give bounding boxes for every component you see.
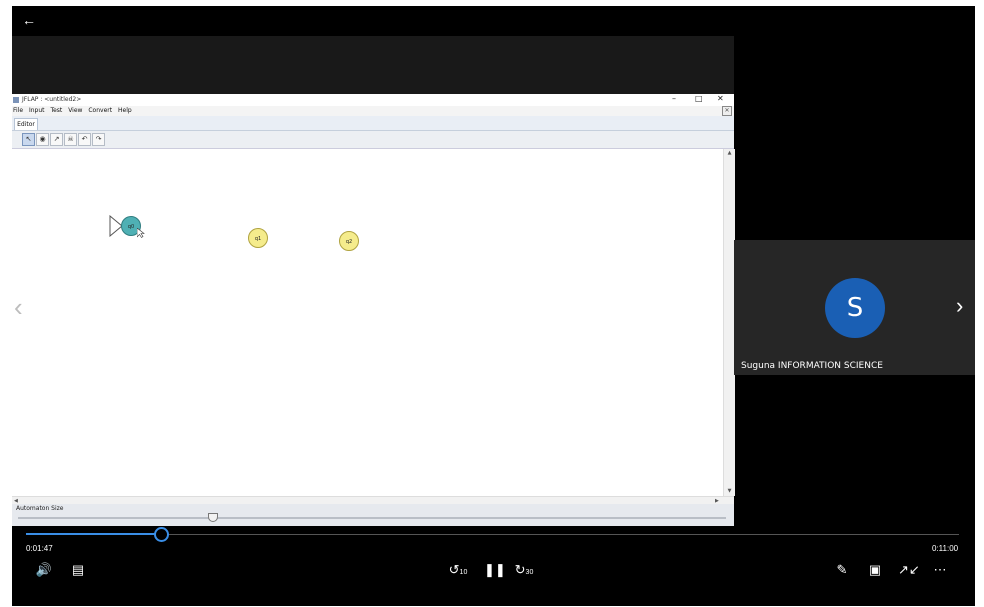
rewind-seconds: 10 <box>459 569 468 576</box>
menu-test[interactable]: Test <box>50 107 62 114</box>
forward-seconds: 30 <box>525 569 534 576</box>
app-icon <box>13 97 19 103</box>
attribute-editor-tool-icon[interactable]: ↖ <box>22 133 35 146</box>
scroll-down-icon[interactable]: ▼ <box>724 487 735 496</box>
close-icon[interactable]: ✕ <box>717 94 724 104</box>
window-titlebar: JFLAP : <untitled2> – □ ✕ <box>12 94 734 106</box>
progress-fill <box>26 533 161 535</box>
pause-icon[interactable]: ❚❚ <box>484 562 506 578</box>
picture-in-picture-icon[interactable]: ▣ <box>865 562 885 578</box>
state-creator-tool-icon[interactable]: ◉ <box>36 133 49 146</box>
total-time: 0:11:00 <box>932 544 959 553</box>
volume-icon[interactable]: 🔊 <box>34 562 54 578</box>
pencil-icon[interactable]: ✎ <box>832 562 852 578</box>
menu-convert[interactable]: Convert <box>88 107 112 114</box>
chevron-right-icon[interactable]: › <box>956 295 963 317</box>
forward-30-button[interactable]: ↻30 <box>514 562 534 581</box>
state-q2[interactable]: q2 <box>339 231 359 251</box>
tab-editor[interactable]: Editor <box>14 118 38 130</box>
back-arrow-icon[interactable]: ← <box>22 12 36 28</box>
rewind-10-button[interactable]: ↺10 <box>448 562 468 581</box>
avatar: S <box>825 278 885 338</box>
automaton-size-panel: Automaton Size <box>12 504 734 526</box>
menu-view[interactable]: View <box>68 107 82 114</box>
menu-input[interactable]: Input <box>29 107 45 114</box>
maximize-icon[interactable]: □ <box>695 94 703 104</box>
participant-name: Suguna INFORMATION SCIENCE <box>741 361 883 371</box>
tab-strip: Editor <box>12 116 734 131</box>
participant-tile: S Suguna INFORMATION SCIENCE › <box>734 240 975 375</box>
scroll-up-icon[interactable]: ▲ <box>724 149 735 158</box>
video-top-band <box>12 36 734 96</box>
redo-icon[interactable]: ↷ <box>92 133 105 146</box>
inner-close-icon[interactable]: ✕ <box>722 106 732 116</box>
forward-icon: ↻ <box>514 562 526 577</box>
state-q1[interactable]: q1 <box>248 228 268 248</box>
transition-creator-tool-icon[interactable]: ↗ <box>50 133 63 146</box>
captions-icon[interactable]: ▤ <box>68 562 88 578</box>
deleter-tool-icon[interactable]: ☠ <box>64 133 77 146</box>
undo-icon[interactable]: ↶ <box>78 133 91 146</box>
menu-file[interactable]: File <box>13 107 23 114</box>
automaton-size-slider[interactable] <box>18 517 726 519</box>
minimize-icon[interactable]: – <box>672 94 676 104</box>
automaton-size-label: Automaton Size <box>16 505 64 512</box>
video-player: ← JFLAP : <untitled2> – □ ✕ File Input T… <box>12 6 975 606</box>
jflap-window: JFLAP : <untitled2> – □ ✕ File Input Tes… <box>12 94 735 526</box>
menu-bar: File Input Test View Convert Help <box>12 106 734 116</box>
editor-toolbar: ↖ ◉ ↗ ☠ ↶ ↷ <box>12 131 734 149</box>
automaton-canvas[interactable]: q0 q1 q2 <box>12 149 723 496</box>
automaton-size-slider-thumb[interactable] <box>208 513 218 522</box>
mouse-cursor-icon <box>137 228 145 238</box>
chevron-left-icon[interactable]: ‹ <box>14 294 23 320</box>
window-title: JFLAP : <untitled2> <box>22 96 82 103</box>
progress-thumb[interactable] <box>154 527 169 542</box>
more-options-icon[interactable]: ⋯ <box>930 562 950 578</box>
menu-help[interactable]: Help <box>118 107 132 114</box>
exit-fullscreen-icon[interactable]: ↗↙ <box>898 562 920 578</box>
rewind-icon: ↺ <box>448 562 460 577</box>
elapsed-time: 0:01:47 <box>26 544 53 553</box>
